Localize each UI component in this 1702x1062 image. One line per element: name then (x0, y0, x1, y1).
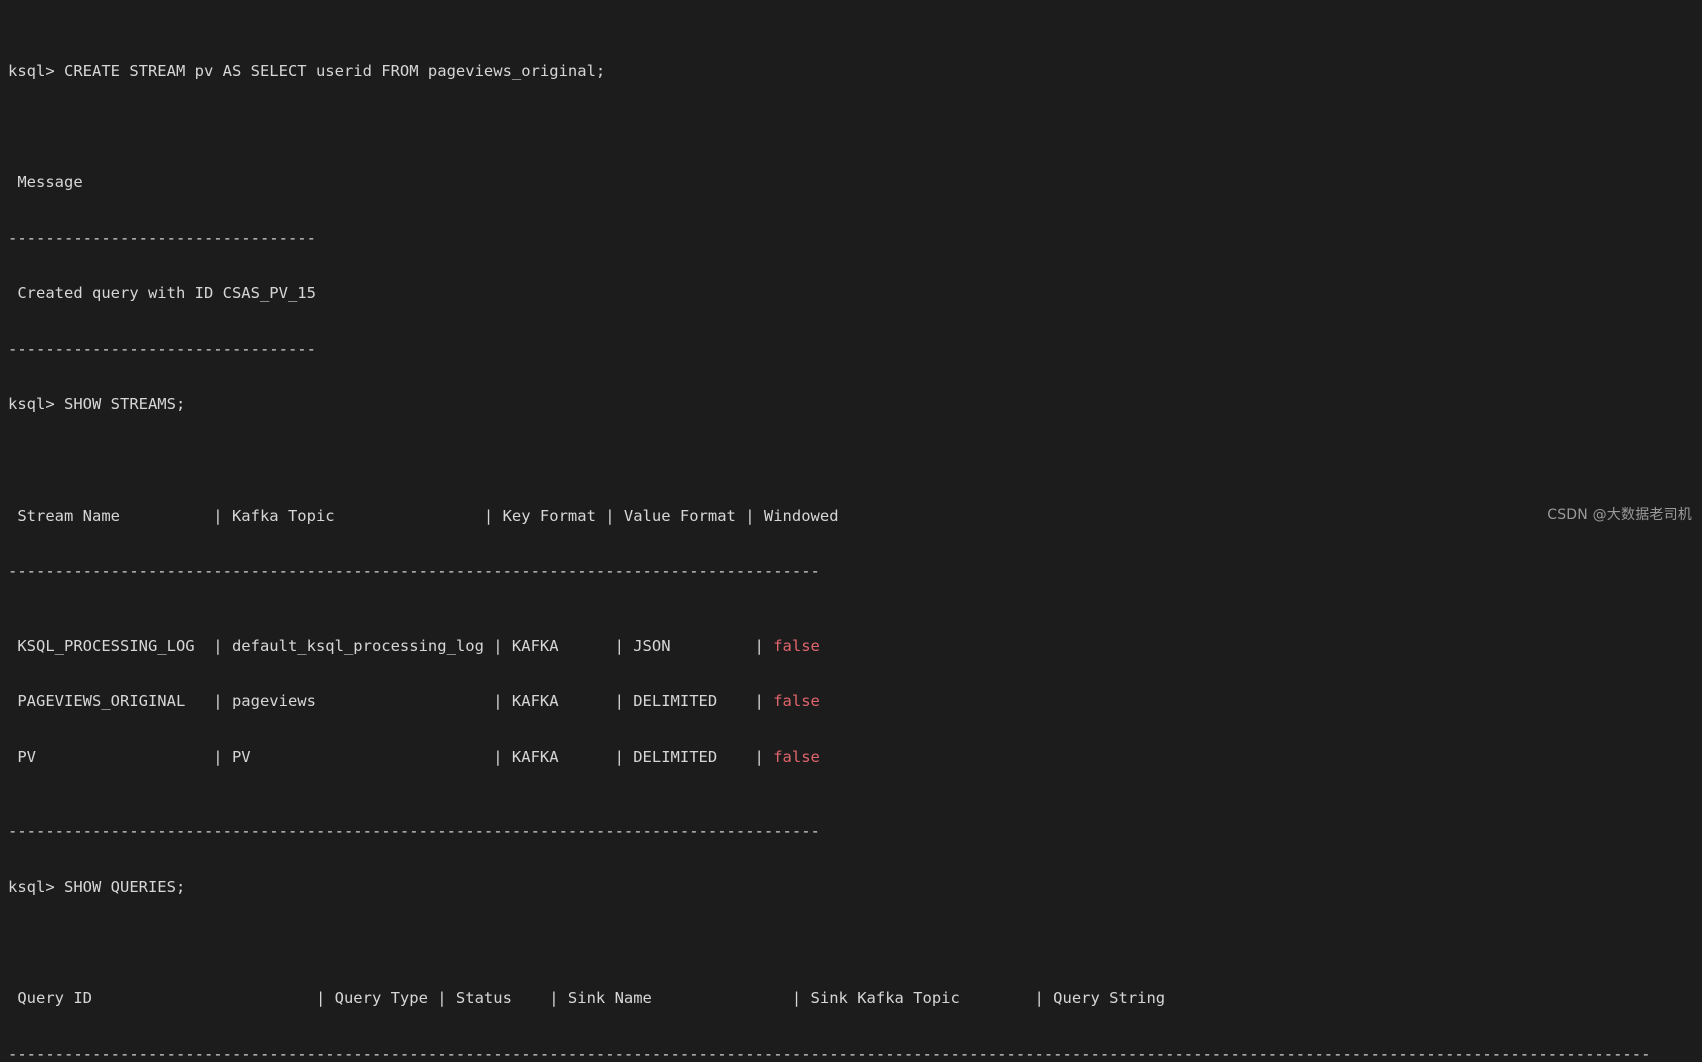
streams-row-3-windowed-value: false (773, 747, 820, 766)
command-show-queries: ksql> SHOW QUERIES; (8, 877, 186, 896)
streams-row-pageviews-original: PAGEVIEWS_ORIGINAL | pageviews | KAFKA |… (8, 692, 1702, 711)
queries-table-separator-top: ----------------------------------------… (8, 1044, 1651, 1062)
command-show-streams: ksql> SHOW STREAMS; (8, 395, 186, 414)
streams-row-2-text: PAGEVIEWS_ORIGINAL | pageviews | KAFKA |… (8, 692, 774, 711)
message-separator-top: --------------------------------- (8, 228, 316, 247)
message-created-query: Created query with ID CSAS_PV_15 (8, 284, 316, 303)
streams-table-separator-bottom: ----------------------------------------… (8, 822, 820, 841)
streams-row-pv: PV | PV | KAFKA | DELIMITED | false (8, 748, 1702, 767)
streams-row-3-text: PV | PV | KAFKA | DELIMITED | (8, 747, 774, 766)
streams-row-1-text: KSQL_PROCESSING_LOG | default_ksql_proce… (8, 636, 774, 655)
streams-row-1-windowed-value: false (773, 636, 820, 655)
terminal-window[interactable]: ksql> CREATE STREAM pv AS SELECT userid … (0, 0, 1702, 1062)
streams-row-2-windowed-value: false (773, 692, 820, 711)
streams-table-separator-top: ----------------------------------------… (8, 562, 820, 581)
message-separator-bottom: --------------------------------- (8, 339, 316, 358)
command-create-stream: ksql> CREATE STREAM pv AS SELECT userid … (8, 61, 606, 80)
streams-row-ksql-processing-log: KSQL_PROCESSING_LOG | default_ksql_proce… (8, 637, 1702, 656)
streams-table-header: Stream Name | Kafka Topic | Key Format |… (8, 506, 839, 525)
csdn-watermark: CSDN @大数据老司机 (1547, 507, 1692, 524)
queries-table-header: Query ID | Query Type | Status | Sink Na… (8, 988, 1166, 1007)
message-column-header: Message (8, 172, 83, 191)
